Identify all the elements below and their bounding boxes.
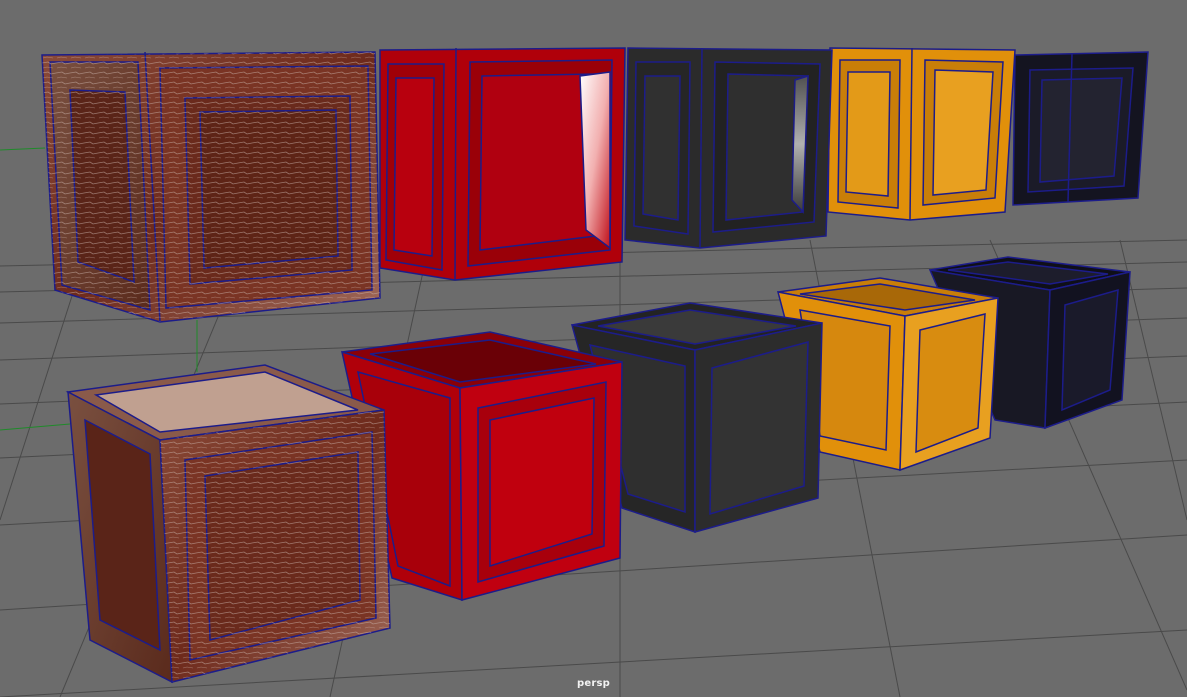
crate-orange-top[interactable]: [827, 47, 1016, 221]
viewport-scene[interactable]: [0, 0, 1187, 697]
crate-navy-top[interactable]: [1012, 51, 1149, 206]
crate-red-top[interactable]: [379, 47, 626, 281]
camera-label: persp: [577, 678, 610, 689]
crate-rust-bottom[interactable]: [65, 364, 391, 684]
crate-rust-top[interactable]: [41, 51, 381, 323]
crate-black-top[interactable]: [624, 47, 833, 249]
3d-viewport[interactable]: persp: [0, 0, 1187, 697]
